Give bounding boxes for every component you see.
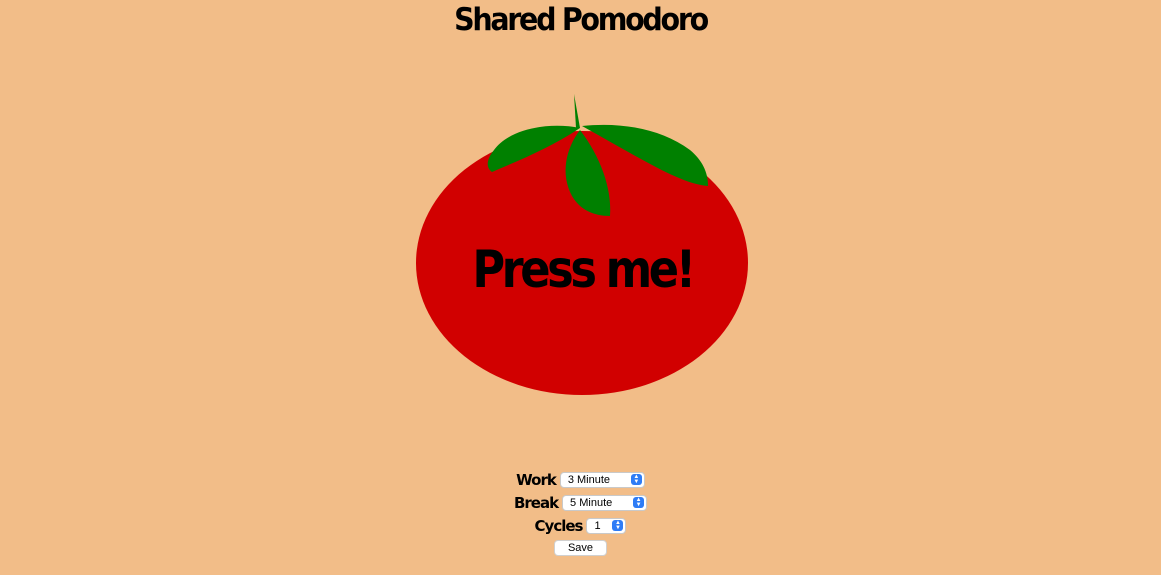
select-arrows-icon: ▲ ▼ <box>612 520 624 531</box>
settings-form: Work 3 Minute ▲ ▼ Break 5 Minute ▲ ▼ Cycle… <box>0 468 1161 556</box>
work-select-value: 3 Minute <box>567 473 611 486</box>
tomato-icon <box>416 94 748 395</box>
work-row: Work 3 Minute ▲ ▼ <box>0 468 1161 491</box>
select-arrows-icon: ▲ ▼ <box>630 474 642 485</box>
break-select[interactable]: 5 Minute ▲ ▼ <box>562 494 648 511</box>
break-label: Break <box>513 493 559 512</box>
work-select[interactable]: 3 Minute ▲ ▼ <box>559 471 645 488</box>
tomato-start-button[interactable]: Press me! <box>410 88 755 400</box>
select-arrows-icon: ▲ ▼ <box>633 497 645 508</box>
save-button[interactable]: Save <box>554 540 607 556</box>
break-row: Break 5 Minute ▲ ▼ <box>0 491 1161 514</box>
page-title: Shared Pomodoro <box>454 2 709 38</box>
cycles-label: Cycles <box>534 516 584 535</box>
cycles-select[interactable]: 1 ▲ ▼ <box>586 517 627 534</box>
pomodoro-page: Shared Pomodoro Press me! Work 3 Minute … <box>0 0 1161 575</box>
break-select-value: 5 Minute <box>570 496 613 509</box>
cycles-row: Cycles 1 ▲ ▼ <box>0 514 1161 537</box>
cycles-select-value: 1 <box>594 519 601 532</box>
work-label: Work <box>516 470 557 489</box>
